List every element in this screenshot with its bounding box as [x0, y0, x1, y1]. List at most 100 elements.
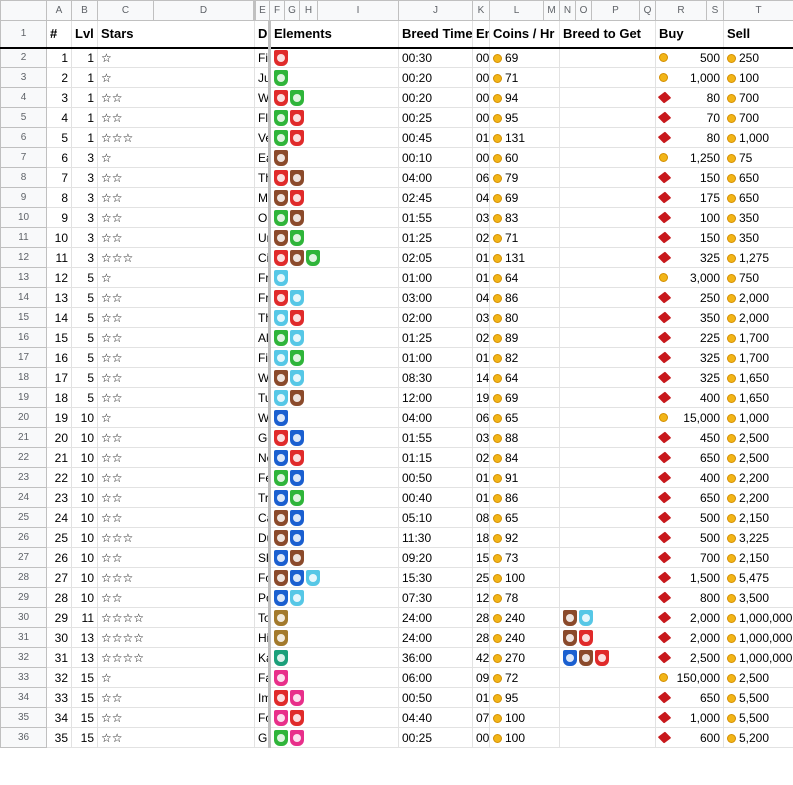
cell-lvl[interactable]: 15 — [71, 707, 98, 728]
cell-sell[interactable]: 1,650 — [723, 367, 793, 388]
cell-enchanted[interactable]: 03:10 — [472, 427, 490, 448]
row-number[interactable]: 18 — [0, 367, 47, 388]
cell-dragon[interactable]: Fairy — [254, 667, 270, 688]
cell-enchanted[interactable]: 42:00 — [472, 647, 490, 668]
cell-enchanted[interactable]: 18:30 — [472, 527, 490, 548]
cell-num[interactable]: 35 — [46, 727, 72, 748]
header-stars[interactable]: Stars — [97, 20, 255, 49]
cell-coins-hr[interactable]: 71 — [489, 67, 560, 88]
row-number[interactable]: 1 — [0, 20, 47, 49]
cell-elements[interactable] — [268, 447, 399, 468]
cell-enchanted[interactable]: 00:45 — [472, 727, 490, 748]
cell-breed-to-get[interactable] — [559, 227, 656, 248]
cell-num[interactable]: 3 — [46, 87, 72, 108]
cell-sell[interactable]: 2,150 — [723, 547, 793, 568]
cell-dragon[interactable]: Jungle — [254, 67, 270, 88]
cell-stars[interactable]: ☆☆☆ — [97, 127, 255, 148]
cell-lvl[interactable]: 10 — [71, 567, 98, 588]
cell-elements[interactable] — [268, 647, 399, 668]
cell-breed-to-get[interactable] — [559, 567, 656, 588]
cell-breed-time[interactable]: 00:10 — [398, 147, 473, 168]
cell-breed-to-get[interactable] — [559, 47, 656, 68]
cell-buy[interactable]: 100 — [655, 207, 724, 228]
cell-breed-time[interactable]: 09:20 — [398, 547, 473, 568]
cell-coins-hr[interactable]: 131 — [489, 247, 560, 268]
col-header-d[interactable]: D — [153, 0, 255, 21]
cell-breed-to-get[interactable] — [559, 87, 656, 108]
cell-dragon[interactable]: Foxglow — [254, 707, 270, 728]
cell-coins-hr[interactable]: 86 — [489, 487, 560, 508]
cell-sell[interactable]: 700 — [723, 107, 793, 128]
cell-dragon[interactable]: Newt — [254, 447, 270, 468]
cell-breed-to-get[interactable] — [559, 667, 656, 688]
cell-buy[interactable]: 80 — [655, 127, 724, 148]
cell-coins-hr[interactable]: 86 — [489, 287, 560, 308]
cell-coins-hr[interactable]: 100 — [489, 727, 560, 748]
cell-stars[interactable]: ☆☆ — [97, 487, 255, 508]
row-number[interactable]: 9 — [0, 187, 47, 208]
cell-dragon[interactable]: Wooly — [254, 367, 270, 388]
cell-buy[interactable]: 150 — [655, 167, 724, 188]
cell-num[interactable]: 24 — [46, 507, 72, 528]
cell-elements[interactable] — [268, 427, 399, 448]
cell-elements[interactable] — [268, 327, 399, 348]
cell-dragon[interactable]: Glade — [254, 727, 270, 748]
cell-lvl[interactable]: 13 — [71, 627, 98, 648]
row-number[interactable]: 30 — [0, 607, 47, 628]
cell-sell[interactable]: 75 — [723, 147, 793, 168]
cell-coins-hr[interactable]: 100 — [489, 567, 560, 588]
cell-num[interactable]: 13 — [46, 287, 72, 308]
cell-breed-time[interactable]: 15:30 — [398, 567, 473, 588]
cell-breed-to-get[interactable] — [559, 367, 656, 388]
header-coins-hr[interactable]: Coins / Hr — [489, 20, 560, 49]
cell-lvl[interactable]: 10 — [71, 587, 98, 608]
row-number[interactable]: 32 — [0, 647, 47, 668]
col-header-n[interactable]: N — [559, 0, 576, 21]
cell-dragon[interactable]: Water — [254, 407, 270, 428]
cell-num[interactable]: 26 — [46, 547, 72, 568]
cell-sell[interactable]: 5,475 — [723, 567, 793, 588]
cell-dragon[interactable]: Polar — [254, 587, 270, 608]
cell-sell[interactable]: 1,000,000 — [723, 647, 793, 668]
cell-stars[interactable]: ☆ — [97, 147, 255, 168]
cell-lvl[interactable]: 3 — [71, 187, 98, 208]
col-header-b[interactable]: B — [71, 0, 98, 21]
cell-enchanted[interactable]: 28:00 — [472, 607, 490, 628]
cell-lvl[interactable]: 3 — [71, 207, 98, 228]
cell-breed-to-get[interactable] — [559, 687, 656, 708]
cell-elements[interactable] — [268, 87, 399, 108]
cell-num[interactable]: 22 — [46, 467, 72, 488]
row-number[interactable]: 27 — [0, 547, 47, 568]
row-number[interactable]: 8 — [0, 167, 47, 188]
cell-stars[interactable]: ☆☆☆☆ — [97, 647, 255, 668]
cell-breed-time[interactable]: 04:00 — [398, 407, 473, 428]
row-number[interactable]: 23 — [0, 467, 47, 488]
cell-enchanted[interactable]: 04:55 — [472, 287, 490, 308]
cell-breed-time[interactable]: 24:00 — [398, 607, 473, 628]
cell-enchanted[interactable]: 03:15 — [472, 307, 490, 328]
cell-breed-to-get[interactable] — [559, 647, 656, 668]
cell-breed-to-get[interactable] — [559, 287, 656, 308]
cell-elements[interactable] — [268, 687, 399, 708]
cell-coins-hr[interactable]: 270 — [489, 647, 560, 668]
cell-coins-hr[interactable]: 100 — [489, 707, 560, 728]
cell-num[interactable]: 7 — [46, 167, 72, 188]
cell-sell[interactable]: 350 — [723, 227, 793, 248]
cell-lvl[interactable]: 3 — [71, 227, 98, 248]
cell-coins-hr[interactable]: 69 — [489, 387, 560, 408]
cell-sell[interactable]: 5,500 — [723, 687, 793, 708]
cell-enchanted[interactable]: 25:00 — [472, 567, 490, 588]
cell-coins-hr[interactable]: 240 — [489, 627, 560, 648]
cell-dragon[interactable]: Alpine — [254, 327, 270, 348]
row-number[interactable]: 34 — [0, 687, 47, 708]
cell-num[interactable]: 8 — [46, 187, 72, 208]
cell-breed-time[interactable]: 12:00 — [398, 387, 473, 408]
cell-buy[interactable]: 800 — [655, 587, 724, 608]
cell-stars[interactable]: ☆☆ — [97, 327, 255, 348]
cell-elements[interactable] — [268, 527, 399, 548]
cell-buy[interactable]: 2,000 — [655, 627, 724, 648]
cell-breed-to-get[interactable] — [559, 207, 656, 228]
row-number[interactable]: 16 — [0, 327, 47, 348]
cell-elements[interactable] — [268, 347, 399, 368]
col-header-h[interactable]: H — [299, 0, 318, 21]
